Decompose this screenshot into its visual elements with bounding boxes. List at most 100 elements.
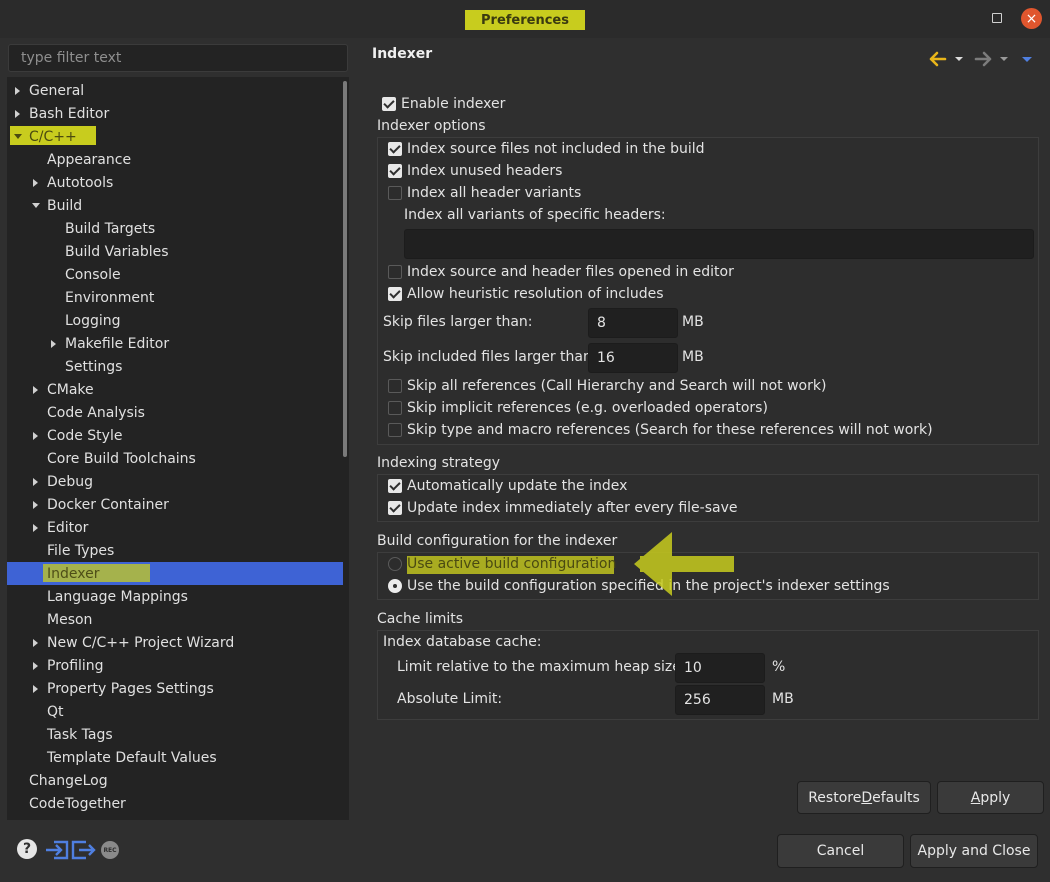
page-nav-toolbar [929, 51, 1032, 67]
skip-implicit-references-label: Skip implicit references (e.g. overloade… [407, 400, 768, 416]
tree-item-label: Logging [65, 312, 121, 329]
tree-item[interactable]: Debug [7, 470, 343, 493]
forward-dropdown-icon[interactable] [1000, 57, 1008, 61]
expand-arrow-icon[interactable] [33, 662, 38, 670]
expand-arrow-icon[interactable] [33, 639, 38, 647]
tree-item[interactable]: Task Tags [7, 723, 343, 746]
use-specified-build-config-radio[interactable] [388, 579, 402, 593]
expand-arrow-icon[interactable] [15, 110, 20, 118]
cancel-button[interactable]: Cancel [777, 834, 904, 868]
index-db-cache-label: Index database cache: [383, 634, 542, 650]
skip-files-larger-unit: MB [682, 314, 704, 330]
index-opened-in-editor-label: Index source and header files opened in … [407, 264, 734, 280]
absolute-limit-input[interactable] [675, 685, 765, 715]
auto-update-index-checkbox[interactable] [388, 479, 402, 493]
build-config-title: Build configuration for the indexer [377, 533, 618, 549]
tree-item-label: CMake [47, 381, 94, 398]
expand-arrow-icon[interactable] [33, 478, 38, 486]
expand-arrow-icon[interactable] [33, 501, 38, 509]
expand-arrow-icon[interactable] [33, 386, 38, 394]
specific-headers-input[interactable] [404, 229, 1034, 259]
tree-item[interactable]: New C/C++ Project Wizard [7, 631, 343, 654]
tree-item-label: Task Tags [47, 726, 113, 743]
tree-item-label: Code Style [47, 427, 123, 444]
tree-item[interactable]: Console [7, 263, 343, 286]
index-all-header-variants-checkbox[interactable] [388, 186, 402, 200]
tree-item-label: Build [47, 197, 83, 214]
expand-arrow-icon[interactable] [51, 340, 56, 348]
apply-and-close-button[interactable]: Apply and Close [910, 834, 1038, 868]
skip-type-macro-references-checkbox[interactable] [388, 423, 402, 437]
export-icon[interactable] [71, 840, 97, 860]
tree-item[interactable]: Core Build Toolchains [7, 447, 343, 470]
expand-arrow-icon[interactable] [15, 87, 20, 95]
tree-item[interactable]: ChangeLog [7, 769, 343, 792]
skip-included-larger-input[interactable] [588, 343, 678, 373]
index-unused-headers-checkbox[interactable] [388, 164, 402, 178]
restore-defaults-label-pre: Restore [808, 789, 862, 806]
import-icon[interactable] [44, 840, 70, 860]
tree-item[interactable]: Settings [7, 355, 343, 378]
index-opened-in-editor-checkbox[interactable] [388, 265, 402, 279]
enable-indexer-checkbox[interactable] [382, 97, 396, 111]
indexer-options-title: Indexer options [377, 118, 486, 134]
skip-all-references-checkbox[interactable] [388, 379, 402, 393]
help-icon[interactable]: ? [17, 839, 37, 859]
tree-item[interactable]: Appearance [7, 148, 343, 171]
tree-item[interactable]: General [7, 79, 343, 102]
index-unused-headers-label: Index unused headers [407, 163, 563, 179]
collapse-arrow-icon[interactable] [32, 203, 40, 208]
apply-button[interactable]: Apply [937, 781, 1044, 814]
forward-arrow-icon[interactable] [974, 51, 992, 67]
preference-tree[interactable]: General Bash Editor C/C++ Appearance Autotoo… [7, 77, 349, 820]
tree-item[interactable]: C/C++ [7, 125, 343, 148]
tree-item[interactable]: Docker Container [7, 493, 343, 516]
tree-item[interactable]: Code Style [7, 424, 343, 447]
skip-files-larger-input[interactable] [588, 308, 678, 338]
index-source-not-in-build-checkbox[interactable] [388, 142, 402, 156]
tree-item-label: Appearance [47, 151, 132, 168]
tree-item[interactable]: Language Mappings [7, 585, 343, 608]
tree-item[interactable]: Environment [7, 286, 343, 309]
restore-defaults-button[interactable]: Restore Defaults [797, 781, 931, 814]
tree-item[interactable]: Build Variables [7, 240, 343, 263]
tree-item[interactable]: Editor [7, 516, 343, 539]
tree-item[interactable]: Logging [7, 309, 343, 332]
relative-limit-input[interactable] [675, 653, 765, 683]
tree-item[interactable]: Code Analysis [7, 401, 343, 424]
tree-item[interactable]: Profiling [7, 654, 343, 677]
view-menu-icon[interactable] [1022, 57, 1032, 62]
tree-item[interactable]: CMake [7, 378, 343, 401]
tree-item[interactable]: Meson [7, 608, 343, 631]
use-active-build-config-radio[interactable] [388, 557, 402, 571]
tree-item[interactable]: CodeTogether [7, 792, 343, 815]
expand-arrow-icon[interactable] [33, 432, 38, 440]
expand-arrow-icon[interactable] [33, 685, 38, 693]
filter-input[interactable] [8, 44, 348, 72]
expand-arrow-icon[interactable] [33, 524, 38, 532]
close-icon[interactable]: × [1021, 8, 1042, 29]
tree-item[interactable]: Bash Editor [7, 102, 343, 125]
heuristic-includes-label: Allow heuristic resolution of includes [407, 286, 664, 302]
back-arrow-icon[interactable] [929, 51, 947, 67]
collapse-arrow-icon[interactable] [14, 134, 22, 139]
expand-arrow-icon[interactable] [33, 179, 38, 187]
tree-item-label: Template Default Values [47, 749, 217, 766]
tree-item[interactable]: File Types [7, 539, 343, 562]
tree-scrollbar[interactable] [343, 81, 347, 457]
tree-item[interactable]: Template Default Values [7, 746, 343, 769]
back-dropdown-icon[interactable] [955, 57, 963, 61]
update-on-save-checkbox[interactable] [388, 501, 402, 515]
tree-item[interactable]: Qt [7, 700, 343, 723]
skip-implicit-references-checkbox[interactable] [388, 401, 402, 415]
heuristic-includes-checkbox[interactable] [388, 287, 402, 301]
tree-item[interactable]: Indexer [7, 562, 343, 585]
tree-item[interactable]: Autotools [7, 171, 343, 194]
tree-item[interactable]: Build Targets [7, 217, 343, 240]
tree-item[interactable]: Makefile Editor [7, 332, 343, 355]
tree-item[interactable]: Build [7, 194, 343, 217]
maximize-icon[interactable] [992, 13, 1002, 23]
record-icon[interactable]: REC [101, 841, 119, 859]
tree-item[interactable]: Property Pages Settings [7, 677, 343, 700]
tree-item-label: New C/C++ Project Wizard [47, 634, 235, 651]
